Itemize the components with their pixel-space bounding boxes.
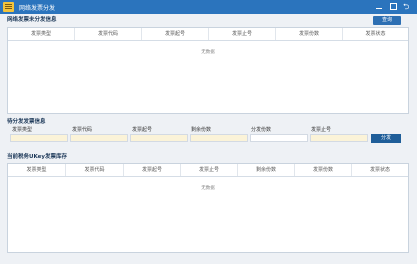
column-header: 剩余份数 (238, 164, 295, 176)
column-header: 发票类型 (8, 164, 66, 176)
invoice-code-field[interactable] (70, 134, 128, 142)
section-pending-title: 待分发发票信息 (7, 119, 46, 125)
invoice-code-label: 发票代码 (72, 127, 93, 133)
distribute-count-field[interactable] (250, 134, 308, 142)
remaining-count-field[interactable] (190, 134, 248, 142)
invoice-end-label: 发票止号 (311, 127, 332, 133)
minimize-icon[interactable] (375, 2, 384, 11)
invoice-end-field[interactable] (310, 134, 368, 142)
title-bar: 网络发票分发 ⮌ (0, 0, 417, 14)
empty-state: 无数据 (201, 186, 215, 191)
column-header: 发票类型 (8, 28, 75, 40)
invoice-start-field[interactable] (130, 134, 188, 142)
ukey-stock-table: 发票类型 发票代码 发票起号 发票止号 剩余份数 发票份数 发票状态 无数据 (7, 163, 409, 253)
query-button[interactable]: 查询 (373, 16, 401, 25)
app-icon (3, 2, 14, 12)
column-header: 发票起号 (142, 28, 209, 40)
column-header: 发票状态 (369, 167, 390, 173)
section-unsent-title: 网络发票未分发信息 (7, 17, 57, 23)
empty-state: 无数据 (201, 50, 215, 55)
table-header: 发票类型 发票代码 发票起号 发票止号 剩余份数 发票份数 发票状态 (8, 164, 408, 177)
table-header: 发票类型 发票代码 发票起号 发票止号 发票份数 发票状态 (8, 28, 408, 41)
distribute-count-label: 分发份数 (251, 127, 272, 133)
column-header: 发票止号 (209, 28, 276, 40)
distribute-button[interactable]: 分发 (371, 134, 401, 143)
column-header: 发票状态 (365, 31, 386, 37)
column-header: 发票代码 (75, 28, 142, 40)
column-header: 发票止号 (181, 164, 238, 176)
maximize-icon[interactable] (389, 2, 398, 11)
column-header: 发票代码 (66, 164, 124, 176)
invoice-type-label: 发票类型 (12, 127, 33, 133)
back-icon[interactable]: ⮌ (403, 2, 412, 11)
invoice-start-label: 发票起号 (132, 127, 153, 133)
unsent-invoice-table: 发票类型 发票代码 发票起号 发票止号 发票份数 发票状态 无数据 (7, 27, 409, 114)
window-title: 网络发票分发 (19, 5, 56, 12)
column-header: 发票份数 (276, 28, 343, 40)
column-header: 发票起号 (124, 164, 181, 176)
column-header: 发票份数 (295, 164, 352, 176)
section-ukey-title: 当前税务UKey发票库存 (7, 154, 67, 160)
invoice-type-field[interactable] (10, 134, 68, 142)
remaining-count-label: 剩余份数 (191, 127, 212, 133)
